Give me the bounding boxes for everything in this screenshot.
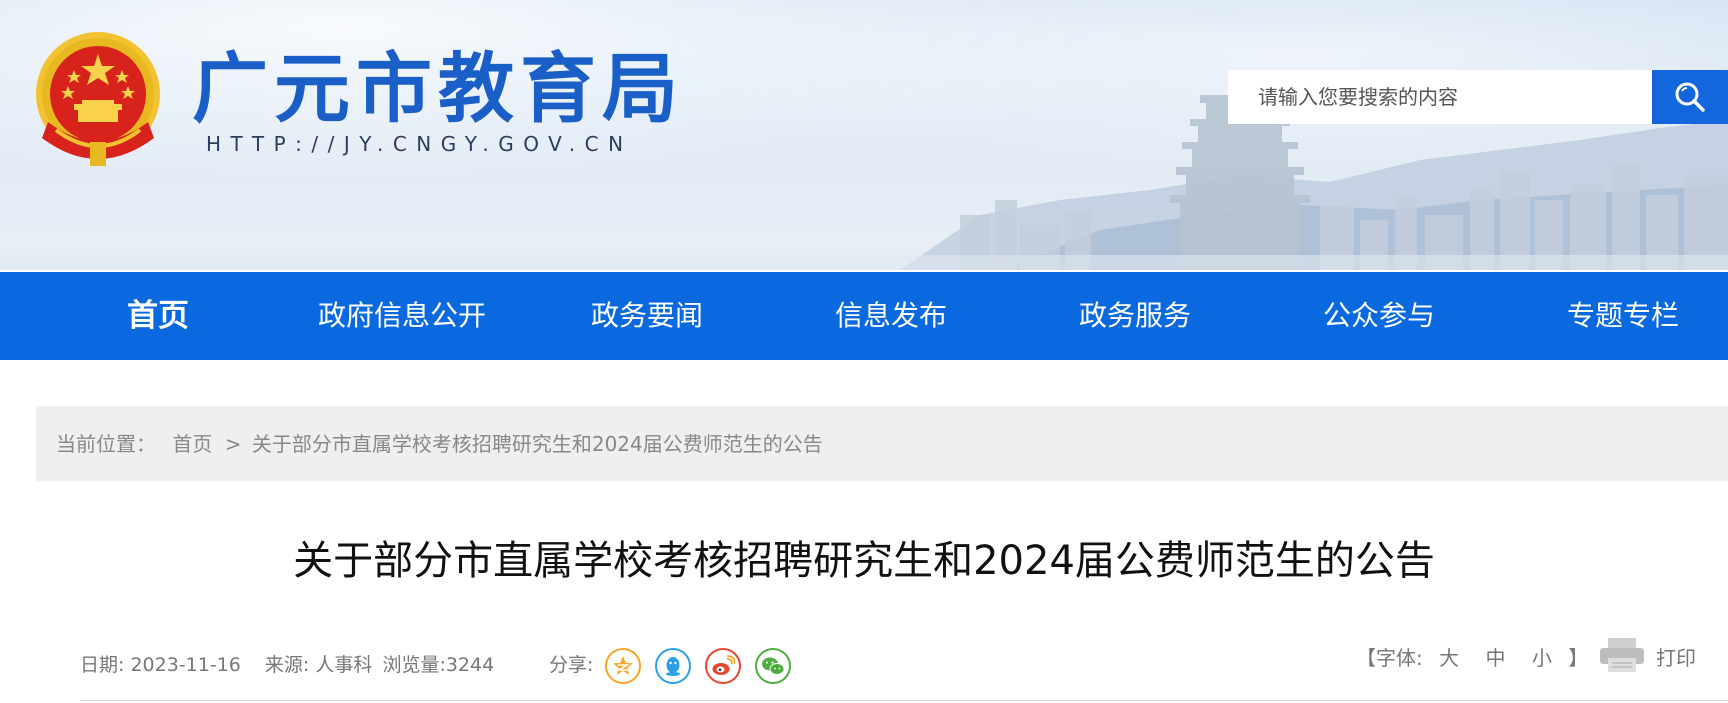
search-button[interactable] [1652,70,1728,124]
font-size-medium-button[interactable]: 中 [1485,646,1505,670]
breadcrumb-home-link[interactable]: 首页 [172,432,212,456]
nav-item-gov-services[interactable]: 政务服务 [1079,272,1191,360]
qq-icon [666,657,680,676]
print-button[interactable]: 打印 [1598,636,1698,676]
print-label: 打印 [1656,646,1696,670]
nav-item-public-participation[interactable]: 公众参与 [1323,272,1435,360]
main-nav: 首页 政府信息公开 政务要闻 信息发布 政务服务 公众参与 专题专栏 [0,272,1728,360]
font-size-close: 】 [1568,646,1589,670]
breadcrumb: 当前位置： 首页 > 关于部分市直属学校考核招聘研究生和2024届公费师范生的公… [36,406,1728,481]
nav-item-gov-news[interactable]: 政务要闻 [591,272,703,360]
source-label: 来源: [264,654,310,676]
date-label: 日期: [80,654,125,676]
site-url: HTTP://JY.CNGY.GOV.CN [206,132,633,156]
nav-item-special-topics[interactable]: 专题专栏 [1567,272,1679,360]
share-label: 分享: [549,654,594,676]
header-banner: 广元市教育局 HTTP://JY.CNGY.GOV.CN [0,0,1728,270]
font-size-control: 【字体: 大 中 小 】 [1356,642,1588,671]
article-source: 人事科 [315,654,373,676]
nav-item-home[interactable]: 首页 [127,272,189,360]
breadcrumb-current[interactable]: 关于部分市直属学校考核招聘研究生和2024届公费师范生的公告 [252,432,823,456]
share-qq-button[interactable] [655,648,691,684]
font-size-open: 【字体: [1356,646,1423,670]
weibo-icon [712,655,735,675]
nav-item-info-release[interactable]: 信息发布 [835,272,947,360]
national-emblem-logo [36,32,160,166]
search-icon [1675,82,1705,112]
wechat-icon [762,657,785,675]
article-title: 关于部分市直属学校考核招聘研究生和2024届公费师范生的公告 [293,538,1435,584]
font-size-large-button[interactable]: 大 [1439,646,1459,670]
article-date: 2023-11-16 [130,654,241,676]
share-qzone-button[interactable] [605,648,641,684]
share-weibo-button[interactable] [705,648,741,684]
printer-icon [1600,638,1644,672]
views-label: 浏览量: [382,654,446,676]
share-wechat-button[interactable] [755,648,791,684]
nav-item-gov-info[interactable]: 政府信息公开 [318,272,486,360]
search-input[interactable] [1228,70,1652,124]
qzone-icon [613,656,633,675]
article-views: 3244 [445,654,495,676]
article-meta: 日期: 2023-11-16 来源: 人事科 浏览量:3244 [80,650,494,677]
breadcrumb-prefix: 当前位置： [56,432,156,456]
site-title: 广元市教育局 [192,44,684,133]
font-size-small-button[interactable]: 小 [1532,646,1552,670]
breadcrumb-separator: > [224,432,242,456]
meta-divider [80,700,1728,701]
